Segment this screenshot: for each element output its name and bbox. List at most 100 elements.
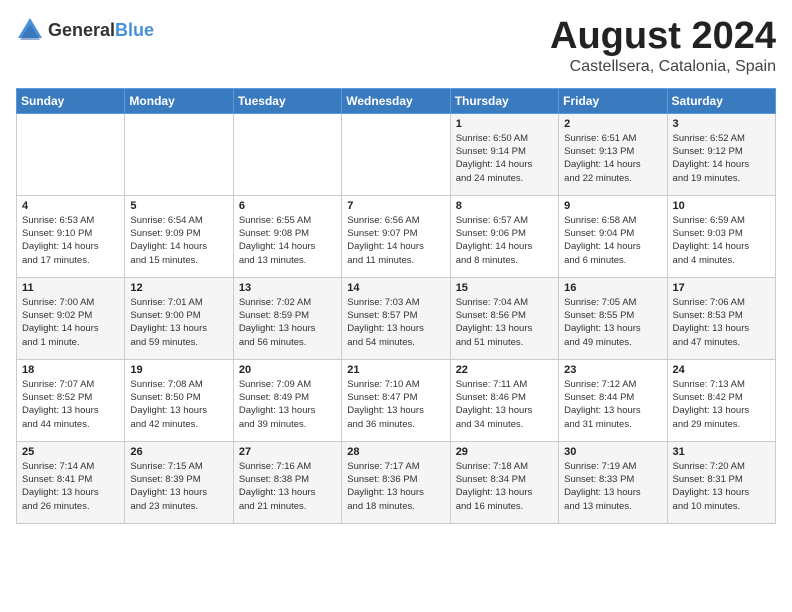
calendar-empty-cell — [342, 113, 450, 195]
calendar-day-21: 21Sunrise: 7:10 AM Sunset: 8:47 PM Dayli… — [342, 359, 450, 441]
calendar-day-17: 17 Sunrise: 7:06 AM Sunset: 8:53 PM Dayli… — [667, 277, 775, 359]
header-day-thursday: Thursday — [450, 88, 558, 113]
day-info: Sunrise: 7:15 AM Sunset: 8:39 PM Dayligh… — [130, 460, 227, 513]
calendar-day-6: 6Sunrise: 6:55 AM Sunset: 9:08 PM Daylig… — [233, 195, 341, 277]
day-info: Sunrise: 6:58 AM Sunset: 9:04 PM Dayligh… — [564, 214, 661, 267]
day-number: 30 — [564, 446, 661, 458]
calendar-day-11: 11 Sunrise: 7:00 AM Sunset: 9:02 PM Dayli… — [17, 277, 125, 359]
day-number: 19 — [130, 364, 227, 376]
day-number: 10 — [673, 200, 770, 212]
day-info: Sunrise: 7:08 AM Sunset: 8:50 PM Dayligh… — [130, 378, 227, 431]
day-info: Sunrise: 7:09 AM Sunset: 8:49 PM Dayligh… — [239, 378, 336, 431]
calendar-day-9: 9 Sunrise: 6:58 AM Sunset: 9:04 PM Daylig… — [559, 195, 667, 277]
calendar-day-14: 14 Sunrise: 7:03 AM Sunset: 8:57 PM Dayli… — [342, 277, 450, 359]
day-number: 26 — [130, 446, 227, 458]
calendar-day-20: 20 Sunrise: 7:09 AM Sunset: 8:49 PM Dayli… — [233, 359, 341, 441]
calendar-day-10: 10 Sunrise: 6:59 AM Sunset: 9:03 PM Dayli… — [667, 195, 775, 277]
day-info: Sunrise: 7:14 AM Sunset: 8:41 PM Dayligh… — [22, 460, 119, 513]
day-info: Sunrise: 7:06 AM Sunset: 8:53 PM Dayligh… — [673, 296, 770, 349]
calendar-day-22: 22 Sunrise: 7:11 AM Sunset: 8:46 PM Dayli… — [450, 359, 558, 441]
day-number: 29 — [456, 446, 553, 458]
day-number: 1 — [456, 118, 553, 130]
day-number: 20 — [239, 364, 336, 376]
day-number: 14 — [347, 282, 444, 294]
day-number: 3 — [673, 118, 770, 130]
day-info: Sunrise: 7:03 AM Sunset: 8:57 PM Dayligh… — [347, 296, 444, 349]
calendar-header-row: SundayMondayTuesdayWednesdayThursdayFrid… — [17, 88, 776, 113]
day-number: 9 — [564, 200, 661, 212]
day-number: 25 — [22, 446, 119, 458]
day-info: Sunrise: 7:05 AM Sunset: 8:55 PM Dayligh… — [564, 296, 661, 349]
calendar-empty-cell — [233, 113, 341, 195]
calendar-empty-cell — [125, 113, 233, 195]
day-number: 4 — [22, 200, 119, 212]
calendar-day-25: 25 Sunrise: 7:14 AM Sunset: 8:41 PM Dayli… — [17, 441, 125, 523]
header-day-friday: Friday — [559, 88, 667, 113]
day-info: Sunrise: 6:54 AM Sunset: 9:09 PM Dayligh… — [130, 214, 227, 267]
day-info: Sunrise: 6:59 AM Sunset: 9:03 PM Dayligh… — [673, 214, 770, 267]
calendar-day-27: 27 Sunrise: 7:16 AM Sunset: 8:38 PM Dayli… — [233, 441, 341, 523]
calendar-empty-cell — [17, 113, 125, 195]
day-number: 24 — [673, 364, 770, 376]
calendar-day-4: 4 Sunrise: 6:53 AM Sunset: 9:10 PM Daylig… — [17, 195, 125, 277]
day-number: 18 — [22, 364, 119, 376]
day-info: Sunrise: 7:20 AM Sunset: 8:31 PM Dayligh… — [673, 460, 770, 513]
header-day-saturday: Saturday — [667, 88, 775, 113]
day-number: 27 — [239, 446, 336, 458]
page-header: GeneralBlue August 2024 Castellsera, Cat… — [16, 16, 776, 76]
calendar-day-16: 16Sunrise: 7:05 AM Sunset: 8:55 PM Dayli… — [559, 277, 667, 359]
calendar-day-23: 23 Sunrise: 7:12 AM Sunset: 8:44 PM Dayli… — [559, 359, 667, 441]
calendar-week-row: 1 Sunrise: 6:50 AM Sunset: 9:14 PM Daylig… — [17, 113, 776, 195]
calendar-day-7: 7Sunrise: 6:56 AM Sunset: 9:07 PM Daylig… — [342, 195, 450, 277]
day-info: Sunrise: 7:01 AM Sunset: 9:00 PM Dayligh… — [130, 296, 227, 349]
calendar-day-19: 19 Sunrise: 7:08 AM Sunset: 8:50 PM Dayli… — [125, 359, 233, 441]
day-info: Sunrise: 7:11 AM Sunset: 8:46 PM Dayligh… — [456, 378, 553, 431]
day-number: 5 — [130, 200, 227, 212]
calendar-day-8: 8Sunrise: 6:57 AM Sunset: 9:06 PM Daylig… — [450, 195, 558, 277]
header-day-wednesday: Wednesday — [342, 88, 450, 113]
day-info: Sunrise: 7:04 AM Sunset: 8:56 PM Dayligh… — [456, 296, 553, 349]
calendar-week-row: 25 Sunrise: 7:14 AM Sunset: 8:41 PM Dayli… — [17, 441, 776, 523]
day-number: 2 — [564, 118, 661, 130]
day-number: 13 — [239, 282, 336, 294]
day-info: Sunrise: 6:53 AM Sunset: 9:10 PM Dayligh… — [22, 214, 119, 267]
calendar-day-18: 18Sunrise: 7:07 AM Sunset: 8:52 PM Dayli… — [17, 359, 125, 441]
header-day-monday: Monday — [125, 88, 233, 113]
calendar-day-15: 15Sunrise: 7:04 AM Sunset: 8:56 PM Dayli… — [450, 277, 558, 359]
day-info: Sunrise: 6:51 AM Sunset: 9:13 PM Dayligh… — [564, 132, 661, 185]
day-info: Sunrise: 7:13 AM Sunset: 8:42 PM Dayligh… — [673, 378, 770, 431]
calendar-day-26: 26 Sunrise: 7:15 AM Sunset: 8:39 PM Dayli… — [125, 441, 233, 523]
calendar-day-31: 31 Sunrise: 7:20 AM Sunset: 8:31 PM Dayli… — [667, 441, 775, 523]
header-day-tuesday: Tuesday — [233, 88, 341, 113]
day-info: Sunrise: 7:19 AM Sunset: 8:33 PM Dayligh… — [564, 460, 661, 513]
month-year-title: August 2024 — [550, 16, 776, 58]
day-info: Sunrise: 7:16 AM Sunset: 8:38 PM Dayligh… — [239, 460, 336, 513]
day-info: Sunrise: 7:00 AM Sunset: 9:02 PM Dayligh… — [22, 296, 119, 349]
day-info: Sunrise: 6:52 AM Sunset: 9:12 PM Dayligh… — [673, 132, 770, 185]
calendar-day-2: 2 Sunrise: 6:51 AM Sunset: 9:13 PM Daylig… — [559, 113, 667, 195]
calendar-day-1: 1 Sunrise: 6:50 AM Sunset: 9:14 PM Daylig… — [450, 113, 558, 195]
day-number: 11 — [22, 282, 119, 294]
day-info: Sunrise: 7:12 AM Sunset: 8:44 PM Dayligh… — [564, 378, 661, 431]
day-number: 8 — [456, 200, 553, 212]
day-number: 23 — [564, 364, 661, 376]
calendar-day-13: 13Sunrise: 7:02 AM Sunset: 8:59 PM Dayli… — [233, 277, 341, 359]
logo-icon — [16, 16, 44, 44]
day-number: 17 — [673, 282, 770, 294]
logo-general: General — [48, 20, 115, 40]
day-number: 7 — [347, 200, 444, 212]
day-number: 6 — [239, 200, 336, 212]
calendar-day-29: 29Sunrise: 7:18 AM Sunset: 8:34 PM Dayli… — [450, 441, 558, 523]
calendar-day-5: 5 Sunrise: 6:54 AM Sunset: 9:09 PM Daylig… — [125, 195, 233, 277]
calendar-week-row: 4 Sunrise: 6:53 AM Sunset: 9:10 PM Daylig… — [17, 195, 776, 277]
day-number: 22 — [456, 364, 553, 376]
day-number: 31 — [673, 446, 770, 458]
logo-blue: Blue — [115, 20, 154, 40]
day-number: 28 — [347, 446, 444, 458]
title-block: August 2024 Castellsera, Catalonia, Spai… — [550, 16, 776, 76]
calendar-table: SundayMondayTuesdayWednesdayThursdayFrid… — [16, 88, 776, 524]
location-title: Castellsera, Catalonia, Spain — [550, 58, 776, 76]
day-info: Sunrise: 7:17 AM Sunset: 8:36 PM Dayligh… — [347, 460, 444, 513]
calendar-day-30: 30 Sunrise: 7:19 AM Sunset: 8:33 PM Dayli… — [559, 441, 667, 523]
day-info: Sunrise: 6:50 AM Sunset: 9:14 PM Dayligh… — [456, 132, 553, 185]
